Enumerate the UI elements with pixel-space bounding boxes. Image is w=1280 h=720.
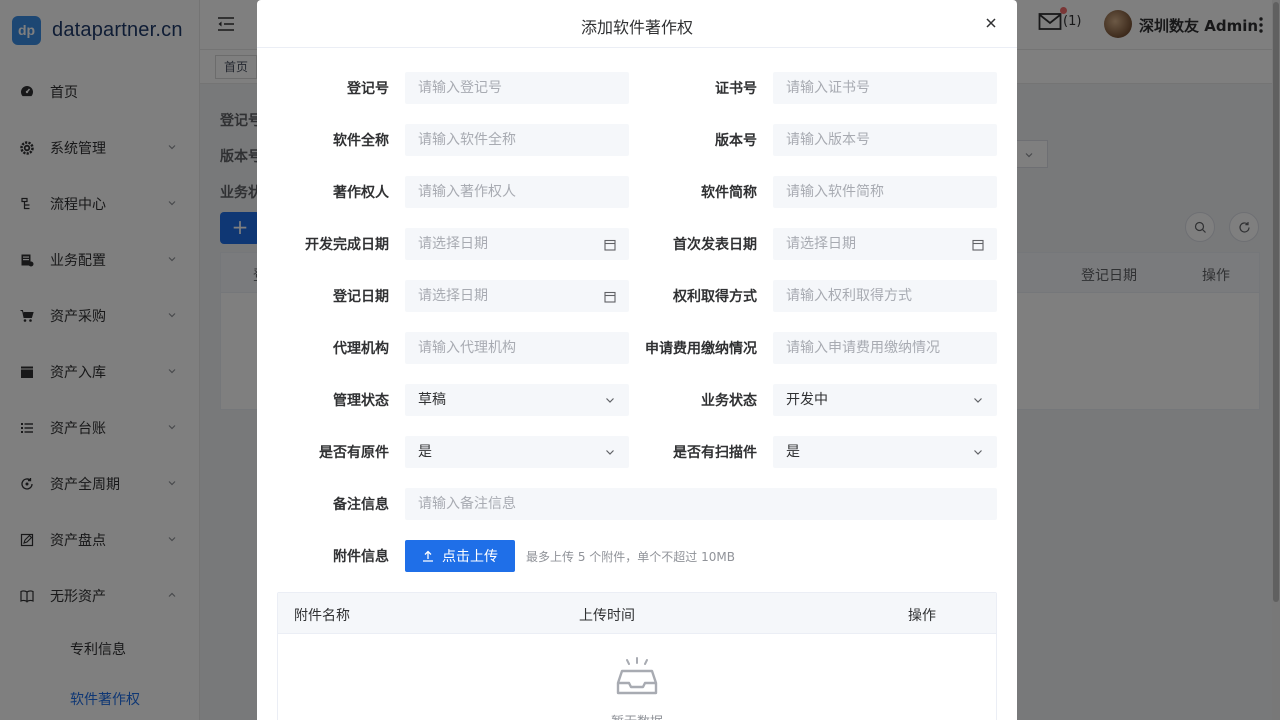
- full-name-input[interactable]: [405, 124, 629, 156]
- dialog-header: 添加软件著作权: [257, 0, 1017, 48]
- label-remark: 备注信息: [333, 497, 389, 513]
- label-agency: 代理机构: [333, 341, 389, 357]
- empty-box-icon: [616, 657, 658, 695]
- reg-no-input[interactable]: [405, 72, 629, 104]
- label-reg-date: 登记日期: [333, 289, 389, 305]
- owner-input[interactable]: [405, 176, 629, 208]
- dev-date-picker[interactable]: [405, 228, 629, 260]
- empty-text: 暂无数据: [278, 711, 996, 720]
- upload-icon: [423, 550, 433, 562]
- label-dev-date: 开发完成日期: [305, 237, 389, 253]
- remark-input[interactable]: [405, 488, 997, 520]
- label-biz-status: 业务状态: [701, 393, 757, 409]
- label-fee: 申请费用缴纳情况: [645, 341, 757, 357]
- biz-status-select[interactable]: [773, 384, 997, 416]
- label-reg-no: 登记号: [347, 81, 389, 97]
- short-name-input[interactable]: [773, 176, 997, 208]
- label-cert-no: 证书号: [715, 81, 757, 97]
- acquire-input[interactable]: [773, 280, 997, 312]
- upload-button[interactable]: 点击上传: [405, 540, 515, 572]
- agency-input[interactable]: [405, 332, 629, 364]
- version-input[interactable]: [773, 124, 997, 156]
- attachments-table-header: 附件名称 上传时间 操作: [278, 593, 996, 634]
- fee-input[interactable]: [773, 332, 997, 364]
- label-pub-date: 首次发表日期: [673, 237, 757, 253]
- label-acquire: 权利取得方式: [673, 289, 757, 305]
- column-header-actions: 操作: [908, 608, 936, 624]
- dialog-title: 添加软件著作权: [580, 18, 693, 37]
- has-scan-select[interactable]: [773, 436, 997, 468]
- upload-button-label: 点击上传: [442, 549, 498, 565]
- close-icon[interactable]: [985, 17, 997, 29]
- label-version: 版本号: [715, 133, 757, 149]
- label-owner: 著作权人: [333, 185, 389, 201]
- attachments-table: 附件名称 上传时间 操作 暂无数据: [277, 592, 997, 720]
- cert-no-input[interactable]: [773, 72, 997, 104]
- label-has-scan: 是否有扫描件: [673, 445, 757, 461]
- mgmt-status-select[interactable]: [405, 384, 629, 416]
- label-mgmt-status: 管理状态: [333, 393, 389, 409]
- has-original-select[interactable]: [405, 436, 629, 468]
- label-attachment: 附件信息: [333, 549, 389, 565]
- add-software-copyright-dialog: 添加软件著作权 登记号 证书号 软件全称 版本号 著作权人 软件简称 开发完成日…: [257, 0, 1017, 720]
- label-has-original: 是否有原件: [319, 445, 389, 461]
- label-full-name: 软件全称: [333, 133, 389, 149]
- column-header-upload-time: 上传时间: [579, 608, 635, 624]
- upload-tip: 最多上传 5 个附件，单个不超过 10MB: [526, 550, 735, 564]
- reg-date-picker[interactable]: [405, 280, 629, 312]
- column-header-file-name: 附件名称: [294, 608, 350, 624]
- pub-date-picker[interactable]: [773, 228, 997, 260]
- label-short-name: 软件简称: [701, 185, 757, 201]
